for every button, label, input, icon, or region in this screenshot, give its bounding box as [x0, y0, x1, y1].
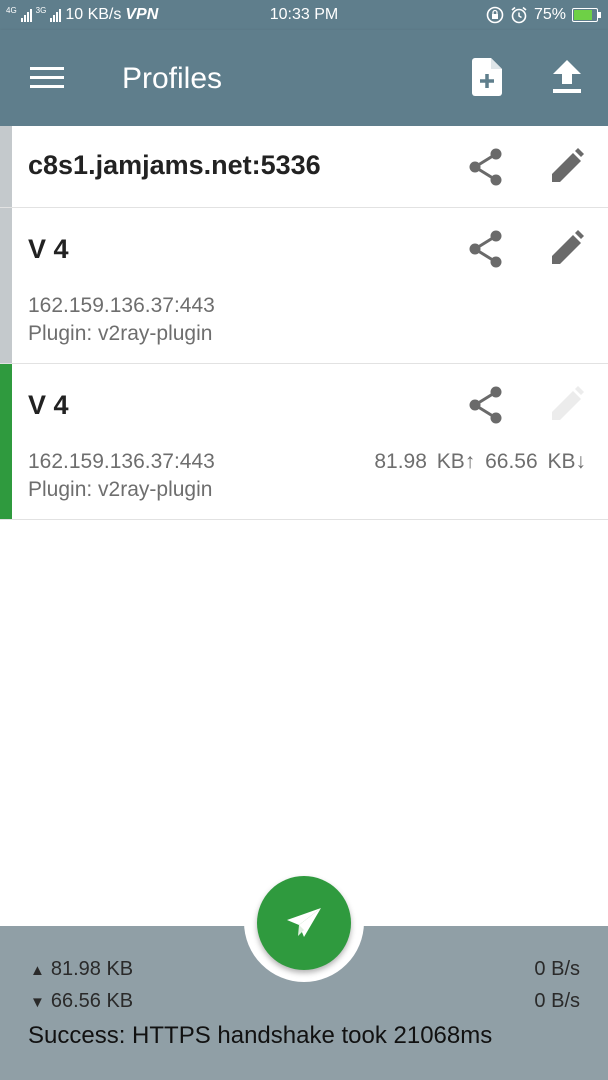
share-button[interactable] [468, 230, 504, 268]
share-icon [469, 230, 502, 268]
profile-name: c8s1.jamjams.net:5336 [28, 150, 321, 180]
profile-address: 162.159.136.37:443 [28, 450, 215, 473]
share-icon [469, 386, 502, 424]
rx-total-value: 66.56 KB [50, 990, 134, 1012]
profile-status-stripe [0, 364, 12, 519]
profile-list: c8s1.jamjams.net:5336 V 4 162.159.136.37… [0, 126, 608, 520]
alarm-icon [511, 6, 527, 24]
edit-icon [552, 230, 584, 264]
page-title: Profiles [122, 62, 223, 95]
import-button[interactable] [553, 60, 581, 94]
share-button[interactable] [468, 386, 504, 424]
rx-rate: 0 B/s [534, 990, 580, 1012]
app-bar: Profiles [0, 30, 608, 126]
profile-plugin: Plugin: v2ray-plugin [28, 478, 213, 501]
profile-status-stripe [0, 126, 12, 207]
upload-icon [553, 60, 581, 93]
add-file-icon [472, 58, 502, 96]
menu-icon[interactable] [30, 67, 64, 91]
edit-icon [552, 148, 584, 182]
edit-icon [552, 386, 584, 420]
profile-card-selected[interactable]: V 4 162.159.136.37:443 Plugin: v2ray-plu… [0, 364, 608, 520]
tx-rate: 0 B/s [534, 958, 580, 980]
profile-address: 162.159.136.37:443 [28, 294, 215, 317]
battery-percent: 75% [533, 6, 566, 23]
tx-total-value: 81.98 KB [50, 958, 134, 980]
upload-arrow-icon: ▲ [30, 962, 45, 979]
tx-total: ▲ 81.98 KB [30, 958, 133, 981]
status-bar: 4G 3G 10 KB/s VPN 10:33 PM 75% [0, 0, 608, 30]
battery-icon [572, 8, 601, 22]
profile-name: V 4 [28, 390, 69, 420]
connection-status-message: Success: HTTPS handshake took 21068ms [28, 1022, 493, 1049]
connect-button[interactable] [257, 876, 351, 970]
edit-button[interactable] [550, 230, 584, 266]
edit-button[interactable] [550, 148, 584, 184]
profile-status-stripe [0, 208, 12, 363]
profile-card[interactable]: c8s1.jamjams.net:5336 [0, 126, 608, 208]
profile-plugin: Plugin: v2ray-plugin [28, 322, 213, 345]
paper-plane-icon [287, 908, 321, 937]
rx-total: ▼ 66.56 KB [30, 990, 133, 1013]
download-arrow-icon: ▼ [30, 994, 45, 1011]
share-button[interactable] [468, 148, 504, 186]
edit-button-disabled [550, 386, 584, 422]
share-icon [469, 148, 502, 186]
profile-traffic: 81.98 KB↑ 66.56 KB↓ [374, 450, 586, 473]
rotation-lock-icon [486, 6, 504, 24]
status-bar-right: 75% [486, 6, 601, 24]
profile-card[interactable]: V 4 162.159.136.37:443 Plugin: v2ray-plu… [0, 208, 608, 364]
add-profile-button[interactable] [472, 58, 502, 96]
profile-name: V 4 [28, 234, 69, 264]
